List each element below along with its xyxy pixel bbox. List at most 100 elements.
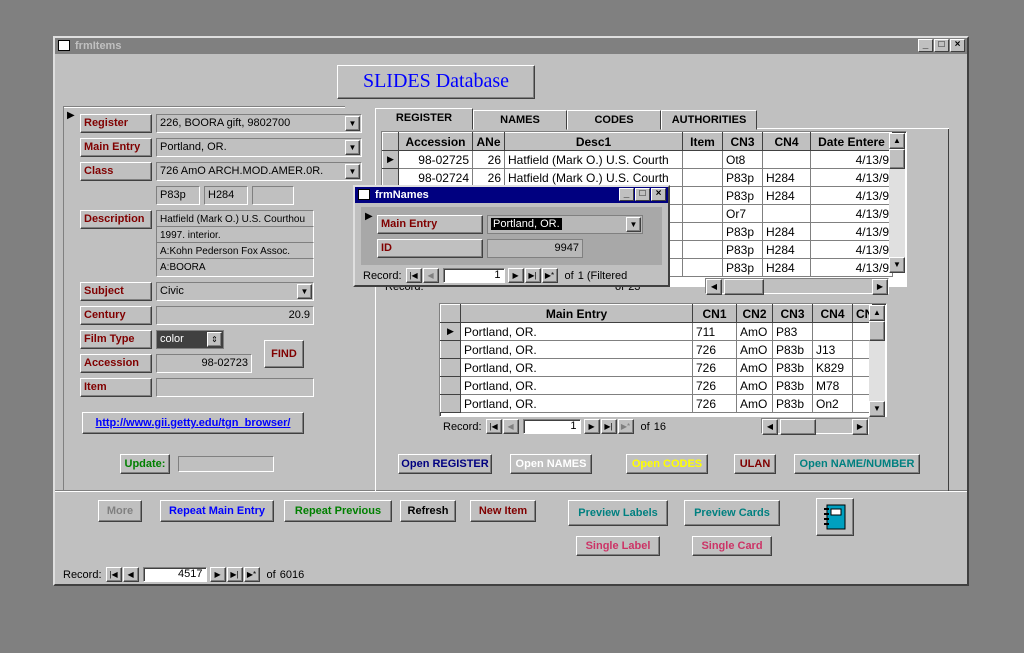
- prev-record-button[interactable]: ◀: [422, 268, 439, 283]
- preview-cards-button[interactable]: Preview Cards: [684, 500, 780, 526]
- names-nav-current[interactable]: 1: [522, 419, 581, 434]
- register-cell[interactable]: 4/13/9: [810, 222, 893, 241]
- register-column-header[interactable]: CN4: [762, 132, 811, 151]
- names-hscroll[interactable]: ◀ ▶: [761, 418, 869, 435]
- first-record-button[interactable]: |◀: [405, 268, 422, 283]
- scroll-thumb[interactable]: [780, 419, 816, 435]
- register-column-header[interactable]: Date Entere: [810, 132, 893, 151]
- register-cell[interactable]: Ot8: [722, 150, 763, 169]
- register-cell[interactable]: 4/13/9: [810, 240, 893, 259]
- last-record-button[interactable]: ▶|: [524, 268, 541, 283]
- prev-record-button[interactable]: ◀: [122, 567, 139, 582]
- class-sub-field-1[interactable]: P83p: [156, 186, 200, 205]
- names-cell[interactable]: AmO: [736, 376, 773, 395]
- register-cell[interactable]: P83p: [722, 222, 763, 241]
- main-window-titlebar[interactable]: frmItems _ □ ×: [55, 38, 967, 54]
- row-selector[interactable]: ▶: [440, 322, 461, 341]
- century-field[interactable]: 20.9: [156, 306, 314, 325]
- next-record-button[interactable]: ▶: [507, 268, 524, 283]
- scroll-thumb[interactable]: [869, 321, 885, 341]
- names-cell[interactable]: P83: [772, 322, 813, 341]
- tgn-browser-link[interactable]: http://www.gii.getty.edu/tgn_browser/: [82, 412, 304, 434]
- scroll-left-icon[interactable]: ◀: [706, 279, 722, 295]
- register-cell[interactable]: [682, 222, 723, 241]
- names-cell[interactable]: AmO: [736, 340, 773, 359]
- scroll-up-icon[interactable]: ▲: [869, 305, 885, 321]
- names-column-header[interactable]: CN2: [736, 304, 773, 323]
- update-field[interactable]: [178, 456, 274, 472]
- find-button[interactable]: FIND: [264, 340, 304, 368]
- register-cell[interactable]: [682, 168, 723, 187]
- register-cell[interactable]: [682, 150, 723, 169]
- register-cell[interactable]: H284: [762, 168, 811, 187]
- register-cell[interactable]: 4/13/9: [810, 168, 893, 187]
- tab-authorities[interactable]: AUTHORITIES: [661, 110, 757, 130]
- register-cell[interactable]: 4/13/9: [810, 150, 893, 169]
- row-selector[interactable]: [440, 394, 461, 413]
- open-register-button[interactable]: Open REGISTER: [398, 454, 492, 474]
- open-codes-button[interactable]: Open CODES: [626, 454, 708, 474]
- close-button[interactable]: ×: [651, 188, 666, 201]
- next-record-button[interactable]: ▶: [209, 567, 226, 582]
- chevron-down-icon[interactable]: ▼: [626, 217, 641, 232]
- refresh-button[interactable]: Refresh: [400, 500, 456, 522]
- chevron-down-icon[interactable]: ▼: [345, 140, 360, 155]
- chevron-down-icon[interactable]: ▼: [345, 116, 360, 131]
- names-cell[interactable]: On2: [812, 394, 853, 413]
- repeat-previous-button[interactable]: Repeat Previous: [284, 500, 392, 522]
- register-cell[interactable]: P83p: [722, 186, 763, 205]
- register-cell[interactable]: P83p: [722, 240, 763, 259]
- next-record-button[interactable]: ▶: [583, 419, 600, 434]
- ulan-button[interactable]: ULAN: [734, 454, 776, 474]
- tab-codes[interactable]: CODES: [567, 110, 661, 130]
- register-hscroll[interactable]: ◀ ▶: [705, 278, 889, 295]
- minimize-button[interactable]: _: [918, 39, 933, 52]
- register-cell[interactable]: [762, 204, 811, 223]
- register-cell[interactable]: 98-02725: [398, 150, 473, 169]
- register-cell[interactable]: P83p: [722, 168, 763, 187]
- table-row[interactable]: Portland, OR. 726 AmO P83b On2: [440, 394, 873, 413]
- scroll-right-icon[interactable]: ▶: [872, 279, 888, 295]
- main-nav-current[interactable]: 4517: [142, 567, 207, 582]
- class-combo[interactable]: 726 AmO ARCH.MOD.AMER.0R. ▼: [156, 162, 362, 181]
- class-sub-field-2[interactable]: H284: [204, 186, 248, 205]
- repeat-main-entry-button[interactable]: Repeat Main Entry: [160, 500, 274, 522]
- register-cell[interactable]: [682, 204, 723, 223]
- film-type-field[interactable]: color ⇕: [156, 330, 224, 349]
- table-row[interactable]: ▶ Portland, OR. 711 AmO P83: [440, 322, 873, 341]
- register-cell[interactable]: Or7: [722, 204, 763, 223]
- names-cell[interactable]: P83b: [772, 358, 813, 377]
- register-vscroll[interactable]: ▲ ▼: [889, 133, 905, 273]
- register-cell[interactable]: H284: [762, 186, 811, 205]
- register-cell[interactable]: Hatfield (Mark O.) U.S. Courth: [504, 150, 683, 169]
- names-column-header[interactable]: CN1: [692, 304, 737, 323]
- minimize-button[interactable]: _: [619, 188, 634, 201]
- register-cell[interactable]: 98-02724: [398, 168, 473, 187]
- first-record-button[interactable]: |◀: [485, 419, 502, 434]
- register-column-header[interactable]: ANe: [472, 132, 505, 151]
- names-cell[interactable]: J13: [812, 340, 853, 359]
- register-cell[interactable]: P83p: [722, 258, 763, 277]
- names-cell[interactable]: P83b: [772, 340, 813, 359]
- names-cell[interactable]: P83b: [772, 394, 813, 413]
- table-row[interactable]: Portland, OR. 726 AmO P83b K829: [440, 358, 873, 377]
- names-column-header[interactable]: Main Entry: [460, 304, 693, 323]
- scroll-right-icon[interactable]: ▶: [852, 419, 868, 435]
- prev-record-button[interactable]: ◀: [502, 419, 519, 434]
- names-cell[interactable]: 726: [692, 340, 737, 359]
- row-selector[interactable]: [382, 168, 399, 187]
- new-record-button[interactable]: ▶*: [617, 419, 634, 434]
- register-column-header[interactable]: Item: [682, 132, 723, 151]
- popup-nav-current[interactable]: 1: [442, 268, 505, 283]
- popup-main-entry-combo[interactable]: Portland, OR. ▼: [487, 215, 643, 234]
- names-cell[interactable]: 711: [692, 322, 737, 341]
- names-cell[interactable]: M78: [812, 376, 853, 395]
- main-entry-combo[interactable]: Portland, OR. ▼: [156, 138, 362, 157]
- new-record-button[interactable]: ▶*: [243, 567, 260, 582]
- register-cell[interactable]: 26: [472, 150, 505, 169]
- register-column-header[interactable]: Accession: [398, 132, 473, 151]
- register-cell[interactable]: H284: [762, 222, 811, 241]
- register-combo[interactable]: 226, BOORA gift, 9802700 ▼: [156, 114, 362, 133]
- last-record-button[interactable]: ▶|: [226, 567, 243, 582]
- single-label-button[interactable]: Single Label: [576, 536, 660, 556]
